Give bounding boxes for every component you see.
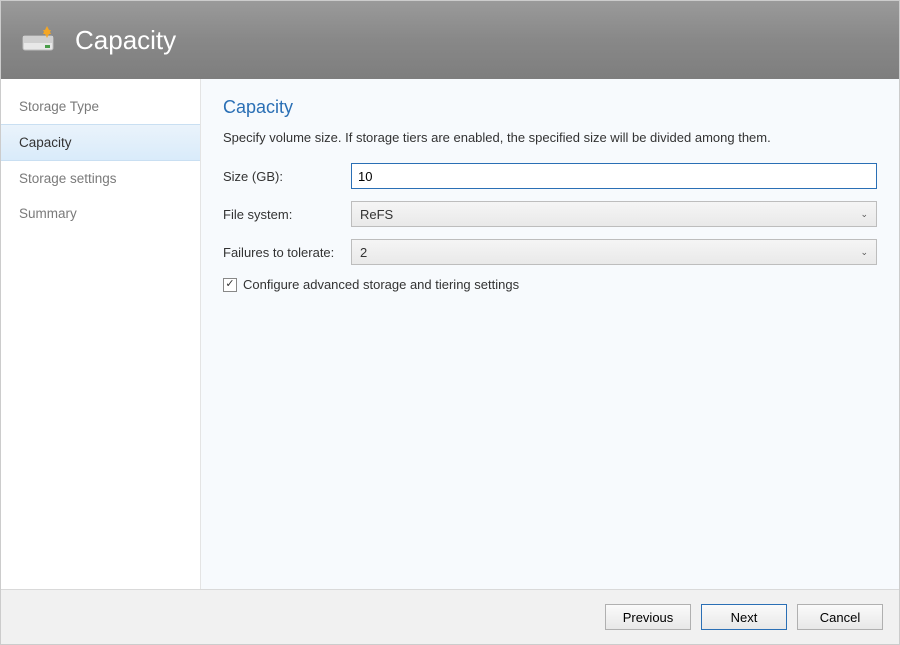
sidebar-item-label: Summary (19, 206, 77, 221)
sidebar-item-capacity[interactable]: Capacity (1, 124, 200, 161)
sidebar-item-storage-settings[interactable]: Storage settings (1, 161, 200, 196)
filesystem-select[interactable]: ReFS ⌄ (351, 201, 877, 227)
wizard-header: Capacity (1, 1, 899, 79)
page-title: Capacity (223, 97, 877, 118)
failures-select[interactable]: 2 ⌄ (351, 239, 877, 265)
check-icon: ✓ (225, 279, 234, 290)
size-label: Size (GB): (223, 169, 351, 184)
wizard-footer: Previous Next Cancel (1, 589, 899, 644)
chevron-down-icon: ⌄ (860, 209, 868, 220)
sidebar-item-label: Capacity (19, 135, 72, 150)
cancel-button[interactable]: Cancel (797, 604, 883, 630)
size-row: Size (GB): (223, 163, 877, 189)
sidebar-item-summary[interactable]: Summary (1, 196, 200, 231)
sidebar-item-label: Storage settings (19, 171, 117, 186)
wizard-sidebar: Storage Type Capacity Storage settings S… (1, 79, 201, 589)
wizard-content: Storage Type Capacity Storage settings S… (1, 79, 899, 589)
drive-icon (21, 24, 61, 56)
wizard-main-panel: Capacity Specify volume size. If storage… (201, 79, 899, 589)
page-description: Specify volume size. If storage tiers ar… (223, 130, 877, 145)
advanced-checkbox-label: Configure advanced storage and tiering s… (243, 277, 519, 292)
sidebar-item-storage-type[interactable]: Storage Type (1, 89, 200, 124)
filesystem-row: File system: ReFS ⌄ (223, 201, 877, 227)
next-button[interactable]: Next (701, 604, 787, 630)
failures-value: 2 (360, 245, 367, 260)
sidebar-item-label: Storage Type (19, 99, 99, 114)
header-title: Capacity (75, 25, 176, 56)
previous-button[interactable]: Previous (605, 604, 691, 630)
failures-label: Failures to tolerate: (223, 245, 351, 260)
chevron-down-icon: ⌄ (860, 247, 868, 258)
filesystem-value: ReFS (360, 207, 393, 222)
size-input[interactable] (351, 163, 877, 189)
advanced-checkbox[interactable]: ✓ (223, 278, 237, 292)
failures-row: Failures to tolerate: 2 ⌄ (223, 239, 877, 265)
filesystem-label: File system: (223, 207, 351, 222)
advanced-settings-row: ✓ Configure advanced storage and tiering… (223, 277, 877, 292)
